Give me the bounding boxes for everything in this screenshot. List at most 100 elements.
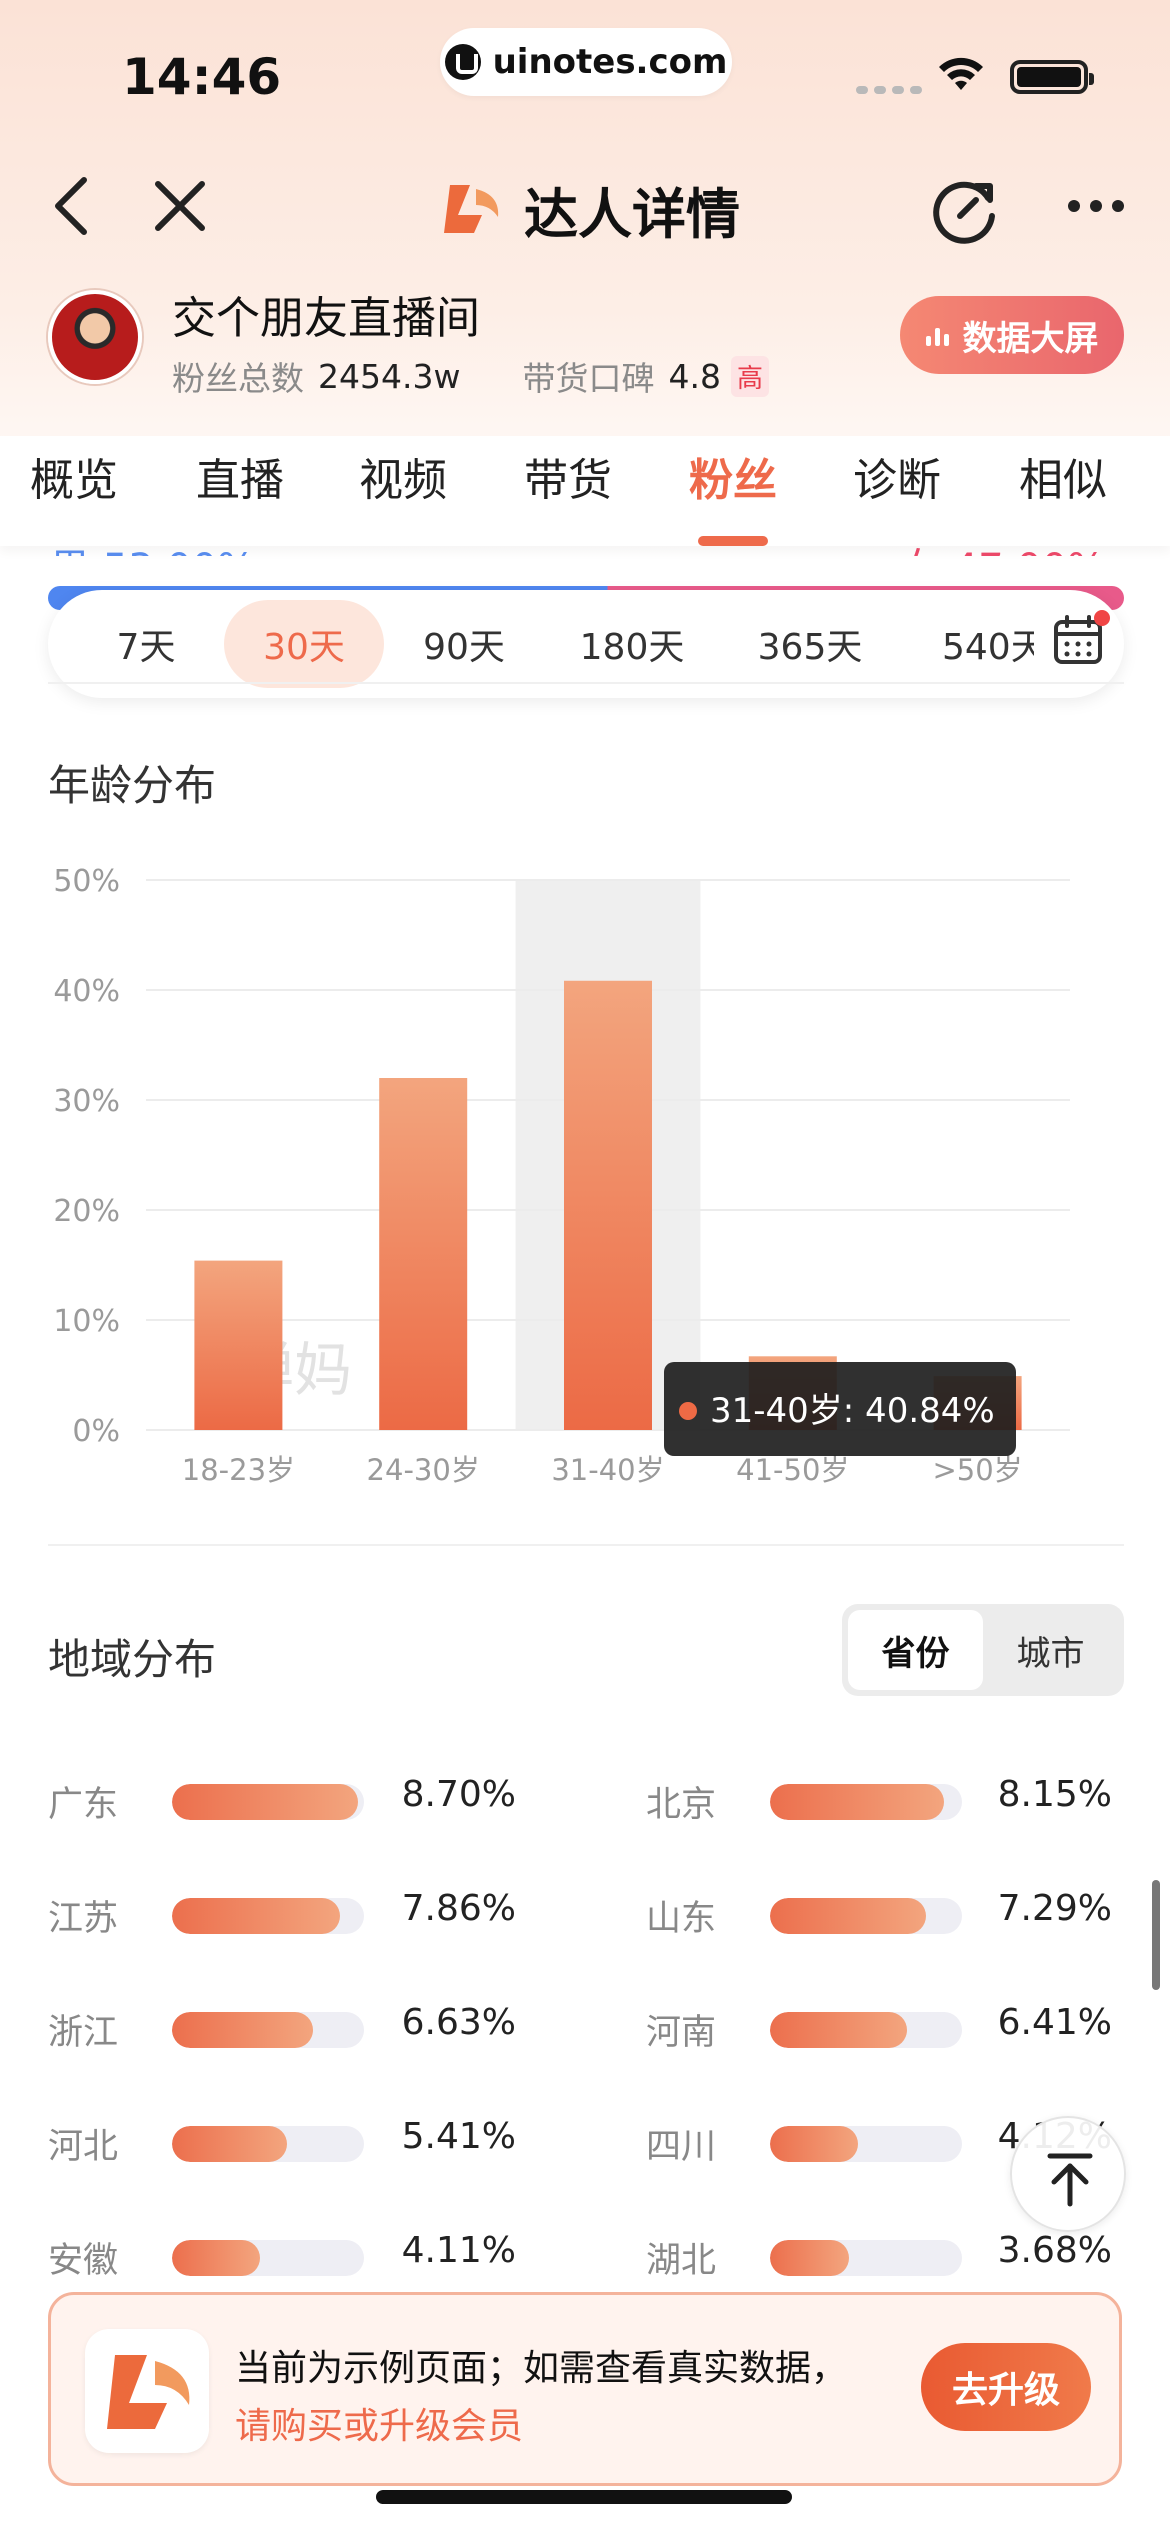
x-tick-label: >50岁 (932, 1453, 1022, 1487)
fans-label: 粉丝总数 (172, 359, 304, 398)
region-bar-fill (770, 1784, 944, 1820)
region-percent: 8.15% (997, 1774, 1112, 1815)
region-row: 湖北 3.68% (646, 2230, 1112, 2282)
app-logo-icon (107, 2355, 190, 2429)
toggle-province[interactable]: 省份 (848, 1610, 983, 1690)
y-tick-label: 50% (53, 864, 120, 899)
tab-overview[interactable]: 概览 (30, 444, 118, 508)
url-text: uinotes.com (492, 42, 728, 82)
upgrade-button[interactable]: 去升级 (921, 2343, 1091, 2431)
banner-text-line1: 当前为示例页面；如需查看真实数据， (235, 2348, 848, 2389)
region-bar-fill (770, 2126, 858, 2162)
region-bar-track (770, 1784, 962, 1820)
avatar[interactable] (48, 290, 142, 384)
region-percent: 5.41% (401, 2116, 516, 2157)
tab-live[interactable]: 直播 (196, 444, 284, 508)
nav-title: 达人详情 (436, 170, 740, 249)
region-bar-track (172, 1784, 364, 1820)
scrollbar[interactable] (1152, 1880, 1160, 1990)
tab-fans[interactable]: 粉丝 (689, 444, 777, 508)
region-row: 浙江 6.63% (48, 2002, 516, 2054)
calendar-badge-dot (1094, 610, 1110, 626)
tooltip-marker (679, 1402, 697, 1420)
status-time: 14:46 (122, 48, 282, 106)
y-tick-label: 40% (53, 974, 120, 1009)
region-row: 河南 6.41% (646, 2002, 1112, 2054)
period-180d[interactable]: 180天 (580, 618, 685, 670)
region-name: 四川 (646, 2127, 717, 2167)
battery-icon (1010, 60, 1094, 94)
region-percent: 7.29% (997, 1888, 1112, 1929)
region-percent: 6.41% (997, 2002, 1112, 2043)
account-meta: 粉丝总数 2454.3w 带货口碑 4.8 高 (172, 352, 769, 400)
region-name: 浙江 (48, 2013, 119, 2053)
tab-video[interactable]: 视频 (359, 444, 447, 508)
toggle-city[interactable]: 城市 (983, 1610, 1118, 1690)
tab-bar: 概览 直播 视频 带货 粉丝 诊断 相似 (0, 436, 1170, 546)
region-name: 河南 (646, 2013, 717, 2053)
tooltip-text: 31-40岁: 40.84% (710, 1391, 995, 1431)
account-name: 交个朋友直播间 (172, 293, 480, 344)
region-row: 江苏 7.86% (48, 1888, 516, 1940)
data-big-screen-button[interactable]: 数据大屏 (900, 296, 1124, 374)
bar (194, 1260, 283, 1430)
reputation-label: 带货口碑 (522, 359, 655, 398)
region-name: 江苏 (48, 1899, 119, 1939)
back-to-top-button[interactable] (1010, 2116, 1126, 2232)
banner-text-line2[interactable]: 请购买或升级会员 (235, 2397, 523, 2449)
tab-similar[interactable]: 相似 (1019, 444, 1107, 508)
period-30d[interactable]: 30天 (263, 618, 345, 670)
region-bar-track (770, 2240, 962, 2276)
refresh-icon[interactable] (932, 176, 1000, 244)
url-pill[interactable]: uinotes.com (440, 28, 732, 96)
age-distribution-chart: 0%10%20%30%40%50%蝉妈18-23岁 24-30岁 31-40岁 41-… (53, 864, 1070, 1487)
region-bar-track (770, 2012, 962, 2048)
close-icon[interactable] (150, 176, 210, 236)
y-tick-label: 0% (72, 1414, 120, 1449)
y-tick-label: 20% (53, 1194, 120, 1229)
tab-goods[interactable]: 带货 (524, 444, 612, 508)
x-tick-label: 41-50岁 (736, 1453, 849, 1487)
region-bar-track (172, 2240, 364, 2276)
region-row: 广东 8.70% (48, 1774, 516, 1826)
signal-icon (856, 86, 922, 94)
bar (564, 980, 652, 1430)
back-icon[interactable] (46, 176, 98, 236)
region-percent: 4.11% (401, 2230, 516, 2271)
reputation-value: 4.8 (668, 356, 721, 396)
y-tick-label: 30% (53, 1084, 120, 1119)
region-name: 北京 (646, 1785, 717, 1825)
region-bar-fill (770, 1898, 926, 1934)
y-tick-label: 10% (53, 1304, 120, 1339)
region-row: 山东 7.29% (646, 1888, 1112, 1940)
x-tick-label: 24-30岁 (367, 1453, 480, 1487)
period-7d[interactable]: 7天 (117, 618, 176, 670)
region-name: 湖北 (646, 2241, 717, 2281)
region-name: 河北 (48, 2127, 119, 2167)
region-name: 山东 (646, 1899, 717, 1939)
region-row: 安徽 4.11% (48, 2230, 516, 2282)
region-name: 安徽 (48, 2241, 119, 2281)
region-bar-track (172, 1898, 364, 1934)
bar-chart-icon (925, 324, 949, 346)
x-tick-label: 31-40岁 (551, 1453, 664, 1487)
region-bar-fill (770, 2240, 849, 2276)
region-bar-fill (172, 1898, 340, 1934)
age-section-title: 年龄分布 (48, 761, 217, 810)
region-bar-track (172, 2126, 364, 2162)
region-bar-fill (770, 2012, 907, 2048)
region-bar-fill (172, 2240, 260, 2276)
tab-diagnosis[interactable]: 诊断 (853, 444, 941, 508)
region-percent: 6.63% (401, 2002, 516, 2043)
period-90d[interactable]: 90天 (423, 618, 505, 670)
data-big-screen-label: 数据大屏 (962, 318, 1099, 359)
period-365d[interactable]: 365天 (758, 618, 863, 670)
page-title: 达人详情 (524, 183, 740, 246)
banner-logo (85, 2329, 209, 2453)
more-icon[interactable] (1068, 200, 1124, 212)
region-bar-track (770, 1898, 962, 1934)
region-section-title: 地域分布 (48, 1635, 217, 1684)
region-bar-track (172, 2012, 364, 2048)
region-toggle: 省份 城市 (842, 1604, 1124, 1696)
period-540d[interactable]: 540天 (942, 618, 1034, 670)
